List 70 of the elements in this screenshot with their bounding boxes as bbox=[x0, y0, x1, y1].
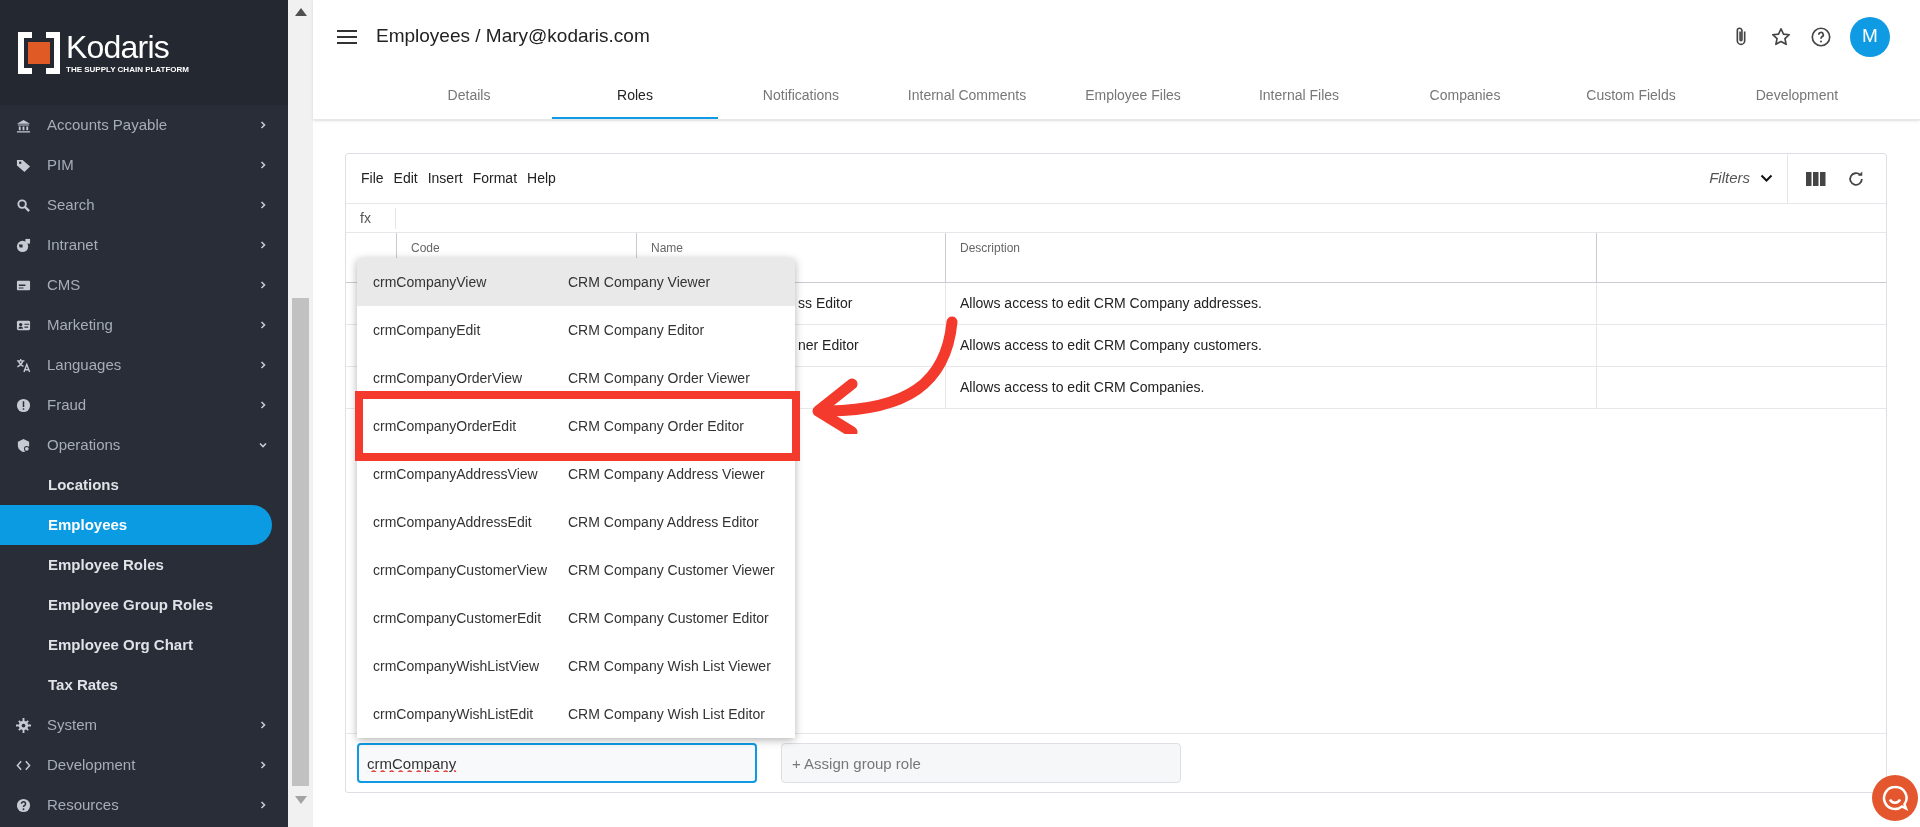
tab[interactable]: Companies bbox=[1382, 73, 1548, 119]
chevron-down-icon[interactable] bbox=[1760, 174, 1773, 183]
gear-icon bbox=[16, 717, 31, 733]
tag-icon bbox=[16, 157, 31, 173]
tab[interactable]: Details bbox=[386, 73, 552, 119]
menu-item[interactable]: Help bbox=[522, 168, 561, 189]
autocomplete-option[interactable]: crmCompanyView CRM Company Viewer bbox=[357, 258, 795, 306]
sidebar-item[interactable]: Accounts Payable bbox=[0, 105, 288, 145]
chat-icon[interactable] bbox=[1881, 784, 1909, 812]
help-icon bbox=[16, 797, 31, 813]
tab[interactable]: Employee Files bbox=[1050, 73, 1216, 119]
table-cell-text: Allows access to edit CRM Companies. bbox=[960, 378, 1205, 397]
menu-item[interactable]: File bbox=[356, 168, 389, 189]
sidebar-subitem[interactable]: Tax Rates bbox=[0, 665, 272, 705]
table-cell-text: Allows access to edit CRM Company customers. bbox=[960, 336, 1262, 355]
autocomplete-option[interactable]: crmCompanyCustomerEdit CRM Company Customer Editor bbox=[357, 594, 795, 642]
filters-dropdown[interactable]: Filters bbox=[1709, 154, 1788, 203]
sidebar-item[interactable]: Fraud bbox=[0, 385, 288, 425]
autocomplete-option[interactable]: crmCompanyCustomerView CRM Company Customer Viewer bbox=[357, 546, 795, 594]
sidebar-item[interactable]: Development bbox=[0, 745, 288, 785]
alert-icon bbox=[16, 397, 31, 413]
tab[interactable]: Internal Comments bbox=[884, 73, 1050, 119]
sidebar-item[interactable]: Resources bbox=[0, 785, 288, 825]
role-search-field[interactable]: crmCompany bbox=[357, 743, 757, 783]
autocomplete-option[interactable]: crmCompanyAddressEdit CRM Company Address Editor bbox=[357, 498, 795, 546]
autocomplete-option[interactable]: crmCompanyEdit CRM Company Editor bbox=[357, 306, 795, 354]
bank-icon bbox=[16, 117, 31, 133]
help-icon[interactable] bbox=[1810, 25, 1832, 48]
shield-icon bbox=[16, 437, 31, 453]
sidebar-item[interactable]: Search bbox=[0, 185, 288, 225]
sidebar-item[interactable]: Intranet bbox=[0, 225, 288, 265]
logo-name: Kodaris bbox=[66, 29, 170, 64]
scrollbar-thumb[interactable] bbox=[292, 298, 309, 786]
tab[interactable]: Internal Files bbox=[1216, 73, 1382, 119]
globe-icon bbox=[16, 237, 31, 253]
translate-icon bbox=[16, 357, 31, 373]
star-icon[interactable] bbox=[1770, 25, 1792, 48]
scrollbar[interactable] bbox=[288, 0, 313, 827]
sidebar-item[interactable]: PIM bbox=[0, 145, 288, 185]
sidebar-item[interactable]: CMS bbox=[0, 265, 288, 305]
table-cell-text: ss Editor bbox=[798, 294, 853, 313]
tab[interactable]: Notifications bbox=[718, 73, 884, 119]
sidebar-item[interactable]: Languages bbox=[0, 345, 288, 385]
scroll-up-icon[interactable] bbox=[294, 8, 307, 16]
sidebar-subitem[interactable]: Employee Group Roles bbox=[0, 585, 272, 625]
sidebar-item[interactable]: System bbox=[0, 705, 288, 745]
autocomplete-option[interactable]: crmCompanyWishListView CRM Company Wish List Viewer bbox=[357, 642, 795, 690]
formula-label: fx bbox=[346, 207, 396, 229]
menu-item[interactable]: Insert bbox=[422, 168, 468, 189]
table-cell-text: ner Editor bbox=[798, 336, 859, 355]
sidebar-subitem[interactable]: Locations bbox=[0, 465, 272, 505]
page-title: Employees / Mary@kodaris.com bbox=[376, 24, 650, 49]
tab[interactable]: Custom Fields bbox=[1548, 73, 1714, 119]
sidebar-item[interactable]: Marketing bbox=[0, 305, 288, 345]
group-role-field[interactable]: + Assign group role bbox=[781, 743, 1181, 783]
sidebar-subitem[interactable]: Employee Roles bbox=[0, 545, 272, 585]
logo-icon bbox=[18, 31, 60, 74]
menu-item[interactable]: Format bbox=[467, 168, 523, 189]
columns-icon[interactable] bbox=[1806, 170, 1826, 187]
sidebar-item[interactable]: Operations bbox=[0, 425, 288, 465]
table-cell-text: Allows access to edit CRM Company addresses. bbox=[960, 294, 1262, 313]
sidebar-subitem[interactable]: Employee Org Chart bbox=[0, 625, 272, 665]
search-icon bbox=[16, 197, 31, 213]
menu-icon[interactable] bbox=[337, 29, 357, 44]
autocomplete-option[interactable]: crmCompanyWishListEdit CRM Company Wish List Editor bbox=[357, 690, 795, 738]
tab[interactable]: Development bbox=[1714, 73, 1880, 119]
logo-tagline: THE SUPPLY CHAIN PLATFORM bbox=[66, 63, 189, 76]
menu-item[interactable]: Edit bbox=[388, 168, 423, 189]
column-header[interactable]: Description bbox=[945, 233, 1596, 283]
tab[interactable]: Roles bbox=[552, 73, 718, 119]
